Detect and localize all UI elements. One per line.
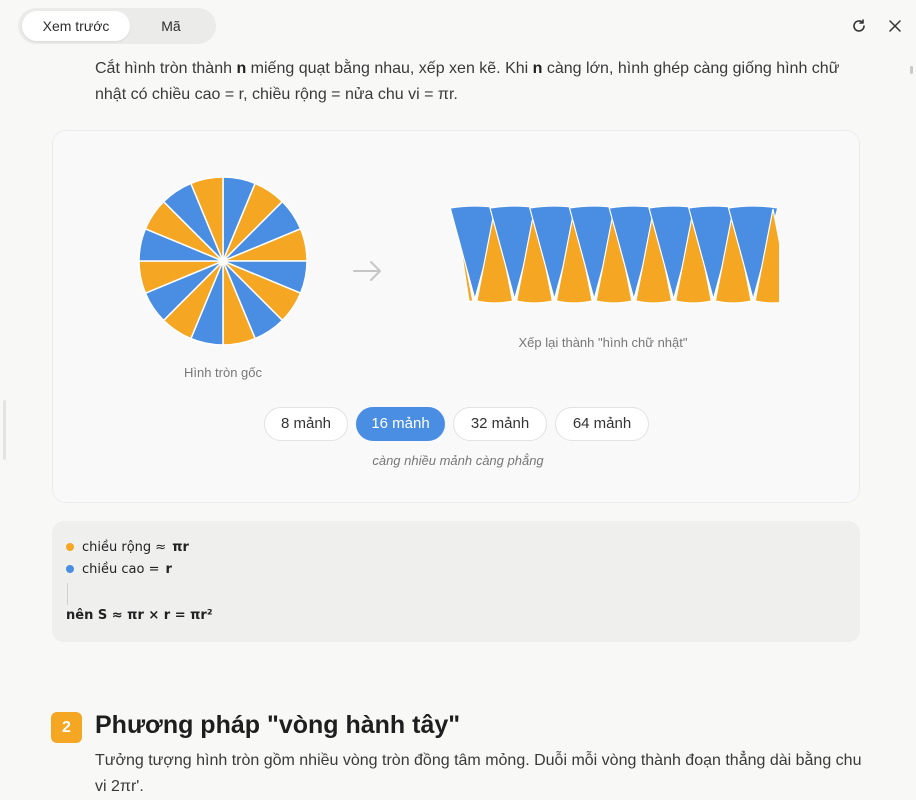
- circle-diagram: [138, 176, 308, 346]
- option-8-slices[interactable]: 8 mảnh: [264, 407, 348, 441]
- divider: [67, 583, 68, 605]
- height-row: chiều cao = r: [66, 561, 172, 579]
- section-number-badge: 2: [51, 712, 82, 743]
- close-icon[interactable]: [884, 15, 906, 37]
- view-toggle: Xem trước Mã: [18, 8, 216, 44]
- section-body: Tưởng tượng hình tròn gồm nhiều vòng trò…: [95, 752, 862, 795]
- top-bar: Xem trước Mã: [0, 0, 916, 56]
- hint-text: càng nhiều mảnh càng phẳng: [372, 453, 544, 468]
- intro-n-bold: n: [236, 60, 247, 77]
- conclusion: nên S ≈ πr × r = πr²: [66, 608, 213, 623]
- width-row: chiều rộng ≈ πr: [66, 539, 189, 557]
- option-16-slices[interactable]: 16 mảnh: [356, 407, 445, 441]
- blue-dot: [66, 564, 74, 573]
- tab-code[interactable]: Mã: [136, 11, 206, 41]
- intro-paragraph: Cắt hình tròn thành n miếng quạt bằng nh…: [95, 60, 840, 103]
- arrow-right-icon: [353, 261, 381, 281]
- rect-caption: Xếp lại thành "hình chữ nhật": [518, 335, 688, 350]
- orange-dot: [66, 542, 74, 551]
- option-32-slices[interactable]: 32 mảnh: [453, 407, 547, 441]
- option-64-slices[interactable]: 64 mảnh: [555, 407, 649, 441]
- demo-card: Hình tròn gốc Xếp lại thành "hình chữ nh…: [52, 130, 860, 503]
- pie-caption: Hình tròn gốc: [183, 365, 263, 380]
- section-title: Phương pháp "vòng hành tây": [95, 711, 461, 739]
- rearranged-rectangle-diagram: [449, 206, 779, 304]
- scrollbar-thumb[interactable]: [910, 66, 913, 74]
- tab-preview[interactable]: Xem trước: [22, 11, 130, 41]
- formula-box: chiều rộng ≈ πr chiều cao = r nên S ≈ πr ×…: [52, 521, 860, 642]
- refresh-icon[interactable]: [848, 15, 870, 37]
- resize-handle[interactable]: [3, 400, 6, 460]
- intro-n-bold: n: [532, 60, 543, 77]
